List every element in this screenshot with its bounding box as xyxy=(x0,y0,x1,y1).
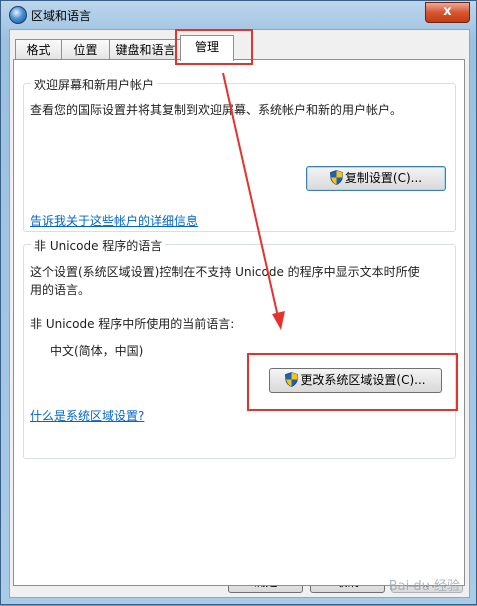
non-unicode-description-line1: 这个设置(系统区域设置)控制在不支持 Unicode 的程序中显示文本时所使 xyxy=(30,265,420,279)
welcome-screen-group: 欢迎屏幕和新用户帐户 查看您的国际设置并将其复制到欢迎屏幕、系统帐户和新的用户帐… xyxy=(23,76,456,232)
welcome-accounts-link[interactable]: 告诉我关于这些帐户的详细信息 xyxy=(30,212,198,229)
tab-format[interactable]: 格式 xyxy=(15,39,62,60)
watermark-text: Bai du 经验 xyxy=(388,579,460,594)
title-bar: 区域和语言 x xyxy=(1,1,476,29)
current-language-value: 中文(简体，中国) xyxy=(50,344,144,358)
dialog-client: 格式 位置 键盘和语言 管理 欢迎屏幕和新用户帐户 查看您的国际设置并将其复制到… xyxy=(9,29,470,598)
tab-keyboards-languages[interactable]: 键盘和语言 xyxy=(109,39,182,60)
annotation-box-button xyxy=(247,353,458,411)
non-unicode-group: 非 Unicode 程序的语言 这个设置(系统区域设置)控制在不支持 Unico… xyxy=(23,237,456,459)
annotation-box-tab xyxy=(175,29,253,65)
non-unicode-description-line2: 用的语言。 xyxy=(30,283,91,297)
copy-settings-button[interactable]: 复制设置(C)... xyxy=(306,166,446,191)
welcome-description: 查看您的国际设置并将其复制到欢迎屏幕、系统帐户和新的用户帐户。 xyxy=(30,103,403,117)
copy-settings-label: 复制设置(C)... xyxy=(344,171,423,185)
current-language-label: 非 Unicode 程序中所使用的当前语言: xyxy=(30,317,235,331)
dialog-window: 区域和语言 x 格式 位置 键盘和语言 管理 欢迎屏幕和新用户帐户 查看您的国际… xyxy=(0,0,477,605)
tab-panel-administrative: 欢迎屏幕和新用户帐户 查看您的国际设置并将其复制到欢迎屏幕、系统帐户和新的用户帐… xyxy=(13,59,465,586)
window-title: 区域和语言 xyxy=(31,9,92,23)
tab-location[interactable]: 位置 xyxy=(61,39,110,60)
close-button[interactable]: x xyxy=(425,2,470,23)
non-unicode-group-title: 非 Unicode 程序的语言 xyxy=(31,237,166,254)
welcome-group-title: 欢迎屏幕和新用户帐户 xyxy=(31,76,158,93)
system-locale-help-link[interactable]: 什么是系统区域设置? xyxy=(30,407,144,424)
globe-icon xyxy=(9,6,27,24)
uac-shield-icon xyxy=(329,170,343,185)
